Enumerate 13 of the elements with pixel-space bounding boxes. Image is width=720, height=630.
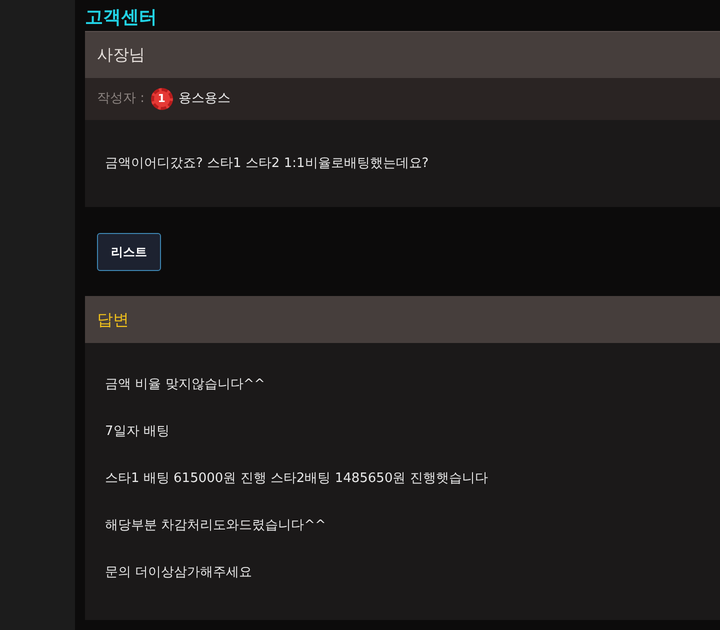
author-name: 용스용스 — [178, 90, 231, 108]
answer-text: 해당부분 차감처리도와드렸습니다^^ — [105, 517, 327, 535]
answer-text: 금액 비율 맞지않습니다^^ — [105, 376, 266, 394]
answer-text: 문의 더이상삼가해주세요 — [105, 564, 254, 582]
level-badge: 1 — [150, 88, 173, 110]
list-button[interactable]: 리스트 — [97, 232, 161, 270]
answer-text: 7일자 배팅 — [105, 423, 170, 441]
page-title: 고객센터 — [85, 9, 157, 27]
post-text: 금액이어디갔죠? 스타1 스타2 1:1비율로배팅했는데요? — [105, 154, 429, 173]
answer-text: 스타1 배팅 615000원 진행 스타2배팅 1485650원 진행햇습니다 — [105, 470, 489, 488]
answer-title: 답변 — [97, 308, 129, 330]
author-label: 작성자 : — [97, 90, 145, 108]
post-title: 사장님 — [97, 44, 145, 66]
